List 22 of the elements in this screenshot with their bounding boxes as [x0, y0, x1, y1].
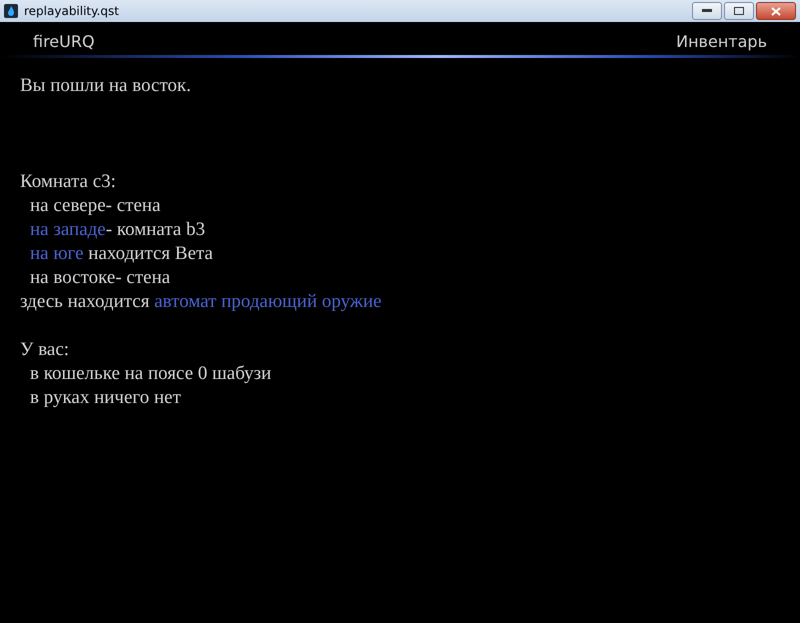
- action-link[interactable]: автомат продающий оружие: [154, 291, 382, 312]
- close-icon: [771, 6, 781, 16]
- minimize-button[interactable]: [692, 2, 722, 20]
- story-line: в руках ничего нет: [29, 386, 182, 410]
- story-line: здесь находится автомат продающий оружие: [20, 290, 383, 314]
- story-line: на юге находится Вета: [29, 242, 214, 266]
- story-line: на востоке- стена: [29, 266, 172, 290]
- story-line: У вас:: [20, 338, 70, 362]
- story-line: на западе- комната b3: [29, 218, 206, 242]
- minimize-icon: [702, 9, 712, 13]
- action-link[interactable]: на юге: [30, 243, 84, 264]
- story-line: Вы пошли на восток.: [20, 74, 192, 98]
- action-link[interactable]: на западе: [30, 219, 106, 240]
- maximize-icon: [734, 7, 744, 15]
- inventory-button[interactable]: Инвентарь: [676, 32, 767, 50]
- story-line: в кошельке на поясе 0 шабузи: [29, 362, 272, 386]
- window-title: replayability.qst: [24, 4, 119, 18]
- story-line: Комната c3:: [20, 170, 117, 194]
- close-button[interactable]: [756, 2, 796, 20]
- story-line: на севере- стена: [29, 194, 162, 218]
- app-title: fireURQ: [33, 32, 95, 50]
- maximize-button[interactable]: [724, 2, 754, 20]
